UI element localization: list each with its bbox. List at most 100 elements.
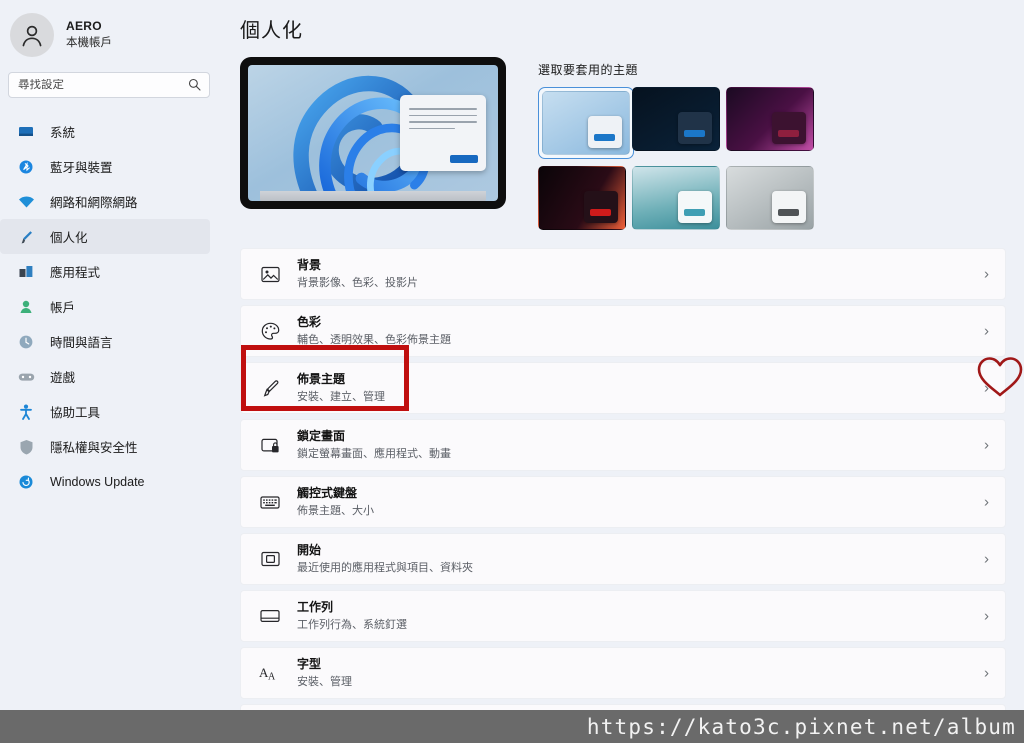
theme-option[interactable] — [726, 166, 820, 230]
theme-thumbnail[interactable] — [632, 166, 720, 230]
sidebar-item-time-language[interactable]: 時間與語言 — [0, 324, 222, 359]
settings-row-colors[interactable]: 色彩 輔色、透明效果、色彩佈景主題 › — [240, 305, 1006, 357]
theme-chooser-label: 選取要套用的主題 — [538, 63, 639, 77]
account-type: 本機帳戶 — [66, 37, 112, 50]
sidebar: AERO 本機帳戶 尋找設定 系統 藍牙與裝置 網路和網際網路 個人化 應用程式… — [0, 0, 222, 743]
row-title: 背景 — [297, 258, 322, 273]
sidebar-item-label: Windows Update — [50, 474, 145, 489]
row-text: 色彩 輔色、透明效果、色彩佈景主題 — [297, 314, 451, 347]
theme-option[interactable] — [726, 87, 820, 159]
sidebar-item-label: 帳戶 — [50, 301, 76, 315]
brush-icon — [257, 379, 283, 398]
theme-thumbnail[interactable] — [538, 166, 626, 230]
sidebar-item-label: 藍牙與裝置 — [50, 161, 113, 175]
chevron-right-icon[interactable]: › — [984, 267, 989, 282]
sidebar-item-bluetooth[interactable]: 藍牙與裝置 — [0, 149, 222, 184]
theme-accent-swatch — [590, 209, 611, 216]
preview-stand — [260, 191, 486, 201]
theme-thumbnail[interactable] — [632, 87, 720, 151]
start-icon — [257, 551, 283, 567]
shield-icon — [16, 438, 36, 456]
sidebar-item-apps[interactable]: 應用程式 — [0, 254, 222, 289]
lock-icon — [257, 437, 283, 454]
paintbrush-icon — [16, 228, 36, 246]
settings-row-themes[interactable]: 佈景主題 安裝、建立、管理 › — [240, 362, 1006, 414]
theme-thumbnail[interactable] — [726, 87, 814, 151]
chevron-right-icon[interactable]: › — [984, 666, 989, 681]
settings-row-lock-screen[interactable]: 鎖定畫面 鎖定螢幕畫面、應用程式、動畫 › — [240, 419, 1006, 471]
theme-grid — [538, 87, 820, 230]
theme-window-mock — [772, 191, 806, 223]
preview-window-mock — [400, 95, 486, 171]
theme-thumbnail[interactable] — [542, 91, 630, 155]
sidebar-item-accounts[interactable]: 帳戶 — [0, 289, 222, 324]
row-text: 背景 背景影像、色彩、投影片 — [297, 257, 418, 290]
theme-chooser: 選取要套用的主題 — [538, 57, 820, 230]
main-content: 個人化 選取要套用的主題 背景 背景影像、色彩、投影片 › 色彩 輔色、透明效果… — [222, 0, 1024, 743]
sidebar-item-personalization[interactable]: 個人化 — [0, 219, 210, 254]
search-icon[interactable] — [188, 78, 201, 96]
theme-option[interactable] — [632, 166, 726, 230]
keyboard-icon — [257, 495, 283, 510]
settings-row-touch-keyboard[interactable]: 觸控式鍵盤 佈景主題、大小 › — [240, 476, 1006, 528]
sidebar-item-windows-update[interactable]: Windows Update — [0, 464, 222, 499]
svg-text:A: A — [268, 672, 276, 683]
sidebar-nav: 系統 藍牙與裝置 網路和網際網路 個人化 應用程式 帳戶 時間與語言 遊戲 協助… — [0, 114, 222, 499]
search-box[interactable] — [8, 72, 210, 98]
theme-accent-swatch — [778, 209, 799, 216]
page-title: 個人化 — [240, 20, 303, 42]
chevron-right-icon[interactable]: › — [984, 324, 989, 339]
sidebar-item-label: 應用程式 — [50, 266, 101, 280]
account-header[interactable]: AERO 本機帳戶 — [0, 0, 222, 58]
sidebar-item-system[interactable]: 系統 — [0, 114, 222, 149]
chevron-right-icon[interactable]: › — [984, 381, 989, 396]
search-input[interactable] — [9, 79, 209, 91]
sidebar-item-label: 協助工具 — [50, 406, 101, 420]
taskbar-icon — [257, 609, 283, 623]
sidebar-item-label: 網路和網際網路 — [50, 196, 138, 210]
chevron-right-icon[interactable]: › — [984, 438, 989, 453]
row-text: 工作列 工作列行為、系統釘選 — [297, 599, 407, 632]
theme-option[interactable] — [538, 166, 632, 230]
sidebar-item-accessibility[interactable]: 協助工具 — [0, 394, 222, 429]
row-title: 色彩 — [297, 315, 322, 330]
row-subtitle: 背景影像、色彩、投影片 — [297, 276, 418, 289]
theme-thumbnail[interactable] — [726, 166, 814, 230]
clock-icon — [16, 333, 36, 351]
mock-line — [409, 121, 477, 123]
watermark-bar: https://kato3c.pixnet.net/album — [0, 710, 1024, 743]
row-text: 佈景主題 安裝、建立、管理 — [297, 371, 385, 404]
row-text: 鎖定畫面 鎖定螢幕畫面、應用程式、動畫 — [297, 428, 451, 461]
row-subtitle: 工作列行為、系統釘選 — [297, 618, 407, 631]
row-title: 工作列 — [297, 600, 334, 615]
chevron-right-icon[interactable]: › — [984, 552, 989, 567]
sidebar-item-label: 時間與語言 — [50, 336, 113, 350]
theme-option[interactable] — [538, 87, 634, 159]
theme-accent-swatch — [684, 209, 705, 216]
update-icon — [16, 473, 36, 491]
chevron-right-icon[interactable]: › — [984, 609, 989, 624]
preview-screen — [248, 65, 498, 201]
account-name: AERO — [66, 19, 102, 34]
mock-button — [450, 155, 478, 163]
sidebar-item-label: 系統 — [50, 126, 76, 140]
row-subtitle: 鎖定螢幕畫面、應用程式、動畫 — [297, 447, 451, 460]
theme-option[interactable] — [632, 87, 726, 159]
chevron-right-icon[interactable]: › — [984, 495, 989, 510]
settings-row-start[interactable]: 開始 最近使用的應用程式與項目、資料夾 › — [240, 533, 1006, 585]
row-subtitle: 佈景主題、大小 — [297, 504, 374, 517]
sidebar-item-network[interactable]: 網路和網際網路 — [0, 184, 222, 219]
account-text: AERO 本機帳戶 — [66, 19, 112, 50]
sidebar-item-label: 隱私權與安全性 — [50, 441, 138, 455]
settings-row-background[interactable]: 背景 背景影像、色彩、投影片 › — [240, 248, 1006, 300]
row-title: 鎖定畫面 — [297, 429, 346, 444]
row-text: 觸控式鍵盤 佈景主題、大小 — [297, 485, 374, 518]
top-area: 選取要套用的主題 — [222, 43, 1024, 230]
sidebar-item-privacy[interactable]: 隱私權與安全性 — [0, 429, 222, 464]
gamepad-icon — [16, 368, 36, 386]
row-title: 字型 — [297, 657, 322, 672]
settings-row-fonts[interactable]: A A 字型 安裝、管理 › — [240, 647, 1006, 699]
sidebar-item-gaming[interactable]: 遊戲 — [0, 359, 222, 394]
settings-row-taskbar[interactable]: 工作列 工作列行為、系統釘選 › — [240, 590, 1006, 642]
accessibility-icon — [16, 403, 36, 421]
